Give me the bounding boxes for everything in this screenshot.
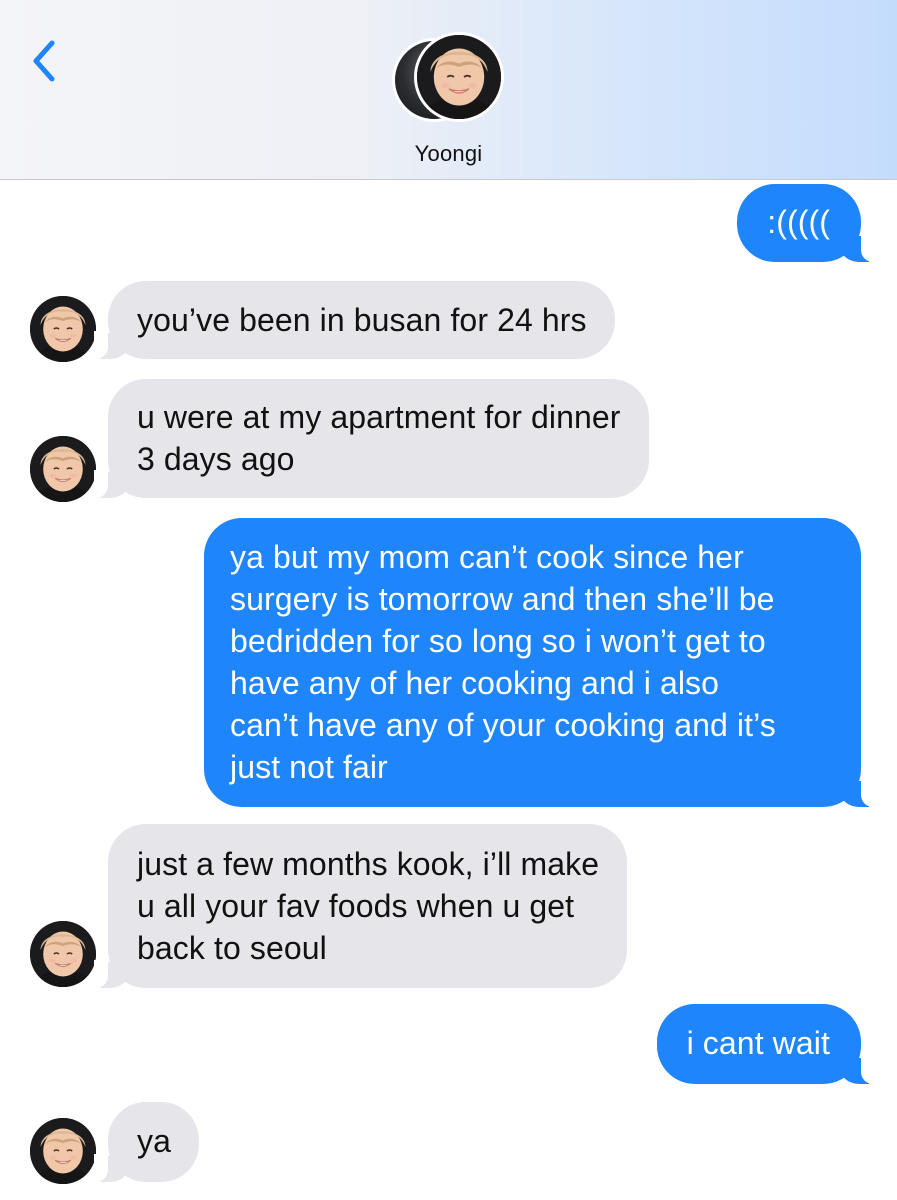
incoming-message-bubble[interactable]: ya [94, 1102, 199, 1182]
incoming-message-bubble[interactable]: just a few months kook, i’ll make u all … [93, 824, 628, 988]
contact-avatar [414, 32, 504, 122]
contact-avatar-group[interactable] [392, 32, 507, 124]
outgoing-message-bubble[interactable]: :((((( [737, 184, 875, 262]
incoming-message-bubble[interactable]: you’ve been in busan for 24 hrs [94, 281, 615, 359]
contact-avatar-small [30, 436, 96, 502]
back-button[interactable] [26, 38, 62, 84]
incoming-message-bubble[interactable]: u were at my apartment for dinner 3 days… [94, 379, 649, 498]
chevron-left-icon [33, 40, 55, 82]
contact-avatar-small [30, 921, 96, 987]
contact-avatar-small [30, 296, 96, 362]
outgoing-message-bubble[interactable]: ya but my mom can’t cook since her surge… [204, 518, 875, 807]
contact-avatar-small [30, 1118, 96, 1184]
conversation-header: Yoongi [0, 0, 897, 180]
outgoing-message-bubble[interactable]: i cant wait [656, 1004, 876, 1084]
contact-name[interactable]: Yoongi [0, 141, 897, 167]
